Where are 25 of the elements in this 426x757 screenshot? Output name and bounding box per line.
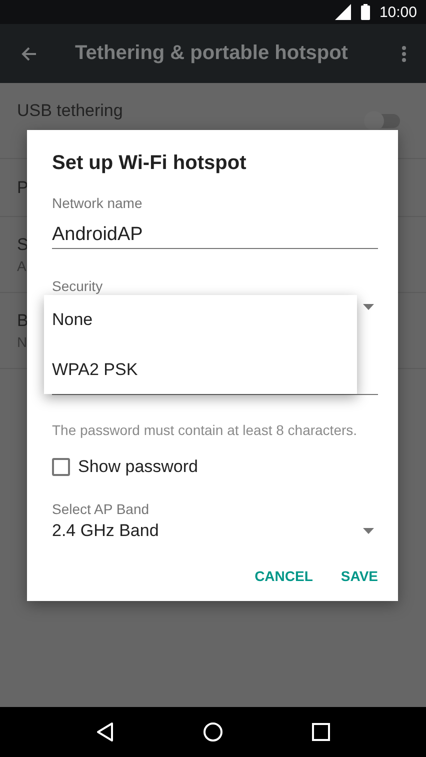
field-label: Network name	[52, 195, 142, 211]
checkbox-label[interactable]: Show password	[78, 457, 198, 477]
password-hint: The password must contain at least 8 characters.	[52, 422, 358, 438]
dropdown-arrow-icon[interactable]	[363, 528, 374, 534]
home-icon[interactable]	[202, 722, 223, 742]
cancel-button[interactable]: CANCEL	[246, 562, 321, 590]
field-label: Security	[52, 278, 103, 294]
dropdown-arrow-icon[interactable]	[363, 304, 374, 310]
field-label: Select AP Band	[52, 501, 150, 517]
band-dropdown-value[interactable]: 2.4 GHz Band	[52, 520, 159, 542]
clock-time: 10:00	[379, 4, 417, 20]
screen-title: Tethering & portable hotspot	[75, 42, 349, 65]
menu-option[interactable]: None	[44, 295, 357, 345]
checkbox[interactable]	[52, 458, 70, 476]
save-button[interactable]: SAVE	[332, 562, 386, 590]
battery-icon	[361, 4, 370, 20]
back-arrow-icon[interactable]	[21, 46, 37, 62]
toggle-switch[interactable]	[366, 114, 400, 128]
menu-option[interactable]: WPA2 PSK	[44, 345, 357, 395]
dialog-title: Set up Wi-Fi hotspot	[52, 151, 246, 175]
signal-icon	[335, 4, 352, 20]
recent-apps-icon[interactable]	[312, 723, 330, 741]
more-menu-icon[interactable]	[402, 46, 406, 62]
network-name-field[interactable]: AndroidAP	[52, 223, 378, 249]
back-icon[interactable]	[96, 722, 114, 742]
